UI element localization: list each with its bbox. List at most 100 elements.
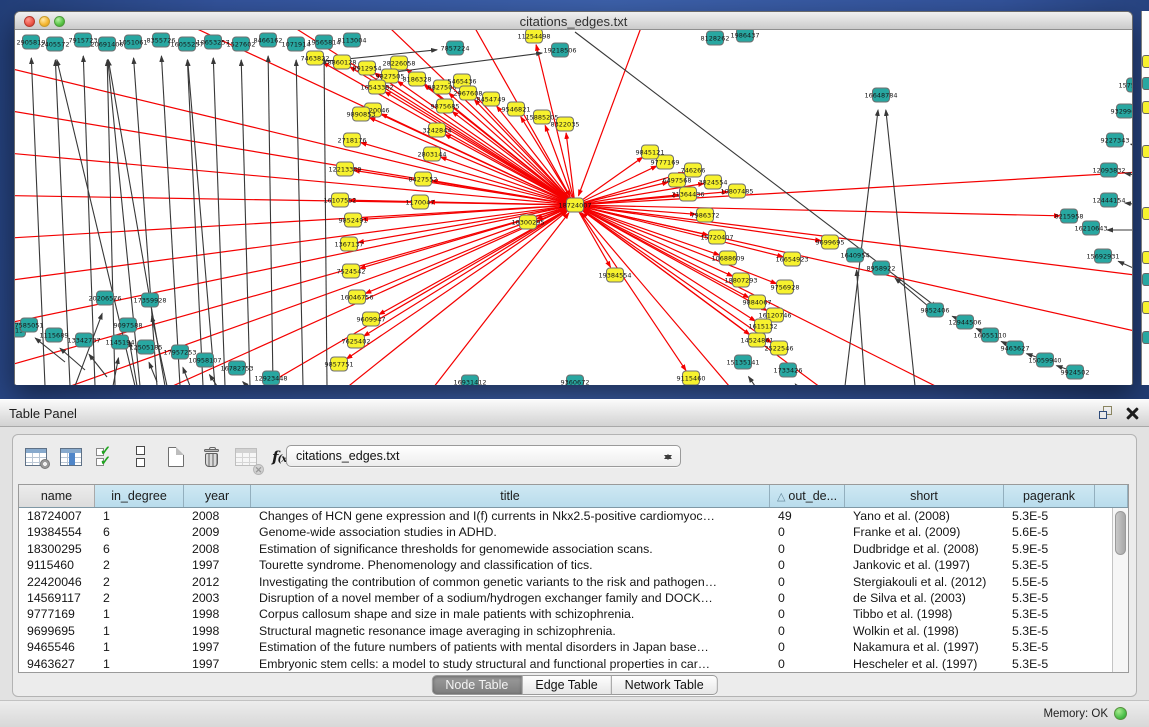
network-node[interactable]: 16648784 xyxy=(864,88,897,102)
network-node[interactable]: 1986437 xyxy=(731,30,760,42)
network-node[interactable]: 15692931 xyxy=(1086,249,1119,263)
svg-text:20206576: 20206576 xyxy=(88,294,121,302)
selected-node[interactable]: 8427552 xyxy=(409,172,438,186)
selected-node[interactable]: 11254498 xyxy=(517,30,550,43)
column-header-in_degree[interactable]: in_degree xyxy=(95,485,184,507)
column-header-out_de[interactable]: △out_de... xyxy=(770,485,845,507)
network-node[interactable]: 8113004 xyxy=(338,33,367,47)
network-node[interactable]: 9852406 xyxy=(921,303,950,317)
table-row[interactable]: 969969511998Structural magnetic resonanc… xyxy=(19,623,1128,639)
table-row[interactable]: 1456911722003Disruption of a novel membe… xyxy=(19,590,1128,606)
network-node[interactable]: 16782753 xyxy=(220,361,253,375)
network-node[interactable]: 7857224 xyxy=(441,41,470,55)
network-node[interactable]: 8215958 xyxy=(1055,209,1084,223)
network-node[interactable]: 12923448 xyxy=(254,371,287,385)
network-node[interactable]: 15135141 xyxy=(726,355,759,369)
selected-node[interactable]: 15720407 xyxy=(700,230,733,244)
selected-node[interactable]: 9115460 xyxy=(677,371,706,385)
network-node[interactable]: 12444154 xyxy=(1092,193,1125,207)
network-node[interactable]: 20206576 xyxy=(88,291,121,305)
table-select-dropdown[interactable]: citations_edges.txt xyxy=(286,445,681,467)
network-node[interactable]: 19565814 xyxy=(307,35,340,49)
network-node[interactable]: 1071914 xyxy=(282,37,311,51)
network-node[interactable]: 9227343 xyxy=(1101,133,1130,147)
network-node[interactable]: 16210643 xyxy=(1074,221,1107,235)
network-node[interactable]: 13342737 xyxy=(67,333,100,347)
svg-text:9884067: 9884067 xyxy=(743,298,772,306)
tab-node-table[interactable]: Node Table xyxy=(431,675,522,695)
selected-node[interactable]: 9852491 xyxy=(339,213,368,227)
network-canvas[interactable]: 1872400797771697462666497568382455421364… xyxy=(15,30,1132,385)
network-node[interactable]: 16931412 xyxy=(453,375,486,385)
selected-node[interactable]: 16107552 xyxy=(323,193,356,207)
selected-node[interactable]: 1367137 xyxy=(335,237,364,251)
network-node[interactable]: 9924502 xyxy=(1061,365,1090,379)
selected-node[interactable]: 9609947 xyxy=(357,312,386,326)
table-row[interactable]: 977716911998Corpus callosum shape and si… xyxy=(19,606,1128,622)
svg-text:9756928: 9756928 xyxy=(771,283,800,291)
table-row[interactable]: 1938455462009Genome-wide association stu… xyxy=(19,524,1128,540)
network-node[interactable]: 1733426 xyxy=(774,363,803,377)
column-header-name[interactable]: name xyxy=(19,485,95,507)
selected-node[interactable]: 9756928 xyxy=(771,280,800,294)
delete-column-icon[interactable] xyxy=(198,444,224,470)
network-node[interactable]: 19218506 xyxy=(543,43,576,57)
selected-node[interactable]: 9857751 xyxy=(325,357,354,371)
network-node[interactable]: 15059940 xyxy=(1028,353,1061,367)
network-node[interactable]: 16055110 xyxy=(973,328,1006,342)
svg-text:10688609: 10688609 xyxy=(711,254,744,262)
table-row[interactable]: 946554611997Estimation of the future num… xyxy=(19,639,1128,655)
selected-node[interactable]: 9875685 xyxy=(431,99,460,113)
selected-node[interactable]: 28226058 xyxy=(382,56,415,70)
selected-node[interactable]: 9699695 xyxy=(816,235,845,249)
column-header-pagerank[interactable]: pagerank xyxy=(1004,485,1095,507)
column-header-short[interactable]: short xyxy=(845,485,1004,507)
table-row[interactable]: 946362711997Embryonic stem cells: a mode… xyxy=(19,656,1128,672)
selected-node[interactable]: 1170047 xyxy=(406,195,435,209)
network-node[interactable]: 1527602 xyxy=(227,37,256,51)
svg-text:17359928: 17359928 xyxy=(133,296,166,304)
network-node[interactable]: 8128262 xyxy=(701,31,730,45)
selected-node[interactable]: 10688609 xyxy=(711,251,744,265)
network-node[interactable]: 8466162 xyxy=(254,33,283,47)
network-node[interactable]: 17359928 xyxy=(133,293,166,307)
close-panel-icon[interactable] xyxy=(1126,407,1139,420)
table-row[interactable]: 911546021997Tourette syndrome. Phenomeno… xyxy=(19,557,1128,573)
tab-network-table[interactable]: Network Table xyxy=(612,675,718,695)
selected-node[interactable]: 7463822 xyxy=(301,51,330,65)
network-node[interactable]: 1640954 xyxy=(841,248,870,262)
select-columns-icon[interactable]: ✓ ✓ xyxy=(93,444,119,470)
svg-text:13342737: 13342737 xyxy=(67,336,100,344)
selected-node[interactable]: 12213389 xyxy=(328,162,361,176)
cell-name: 9699695 xyxy=(19,623,95,639)
selected-node[interactable]: 2718176 xyxy=(338,133,367,147)
cell-pagerank: 5.3E-5 xyxy=(1004,639,1095,655)
selected-node[interactable]: 16654923 xyxy=(775,252,808,266)
cell-out_de: 0 xyxy=(770,557,845,573)
table-row[interactable]: 1872400712008Changes of HCN gene express… xyxy=(19,508,1128,524)
table-row[interactable]: 2242004622012Investigating the contribut… xyxy=(19,574,1128,590)
column-header-title[interactable]: title xyxy=(251,485,770,507)
table-settings-icon[interactable] xyxy=(23,444,49,470)
show-columns-icon[interactable] xyxy=(58,444,84,470)
column-header-year[interactable]: year xyxy=(184,485,251,507)
tab-edge-table[interactable]: Edge Table xyxy=(522,675,611,695)
table-row[interactable]: 1830029562008Estimation of significance … xyxy=(19,541,1128,557)
network-node[interactable]: 1115689 xyxy=(40,328,69,342)
network-node[interactable]: 9097588 xyxy=(114,318,143,332)
svg-text:16055110: 16055110 xyxy=(973,331,1006,339)
vertical-scrollbar[interactable] xyxy=(1112,508,1128,672)
row-options-icon[interactable] xyxy=(128,444,154,470)
network-node[interactable]: 15751074 xyxy=(1118,78,1132,92)
create-column-icon[interactable] xyxy=(163,444,189,470)
network-view-window[interactable]: citations_edges.txt 18724007977716974626… xyxy=(14,11,1133,385)
cell-year: 2009 xyxy=(184,524,251,540)
window-title: citations_edges.txt xyxy=(15,14,1132,29)
scrollbar-thumb[interactable] xyxy=(1115,511,1126,555)
network-node[interactable]: 9329966 xyxy=(1111,104,1132,118)
window-titlebar[interactable]: citations_edges.txt xyxy=(15,12,1132,30)
network-node[interactable]: 9360672 xyxy=(561,375,590,385)
citation-network-graph[interactable]: 1872400797771697462666497568382455421364… xyxy=(15,30,1132,385)
selected-node[interactable]: 19384554 xyxy=(598,268,631,282)
float-panel-icon[interactable] xyxy=(1099,406,1114,420)
